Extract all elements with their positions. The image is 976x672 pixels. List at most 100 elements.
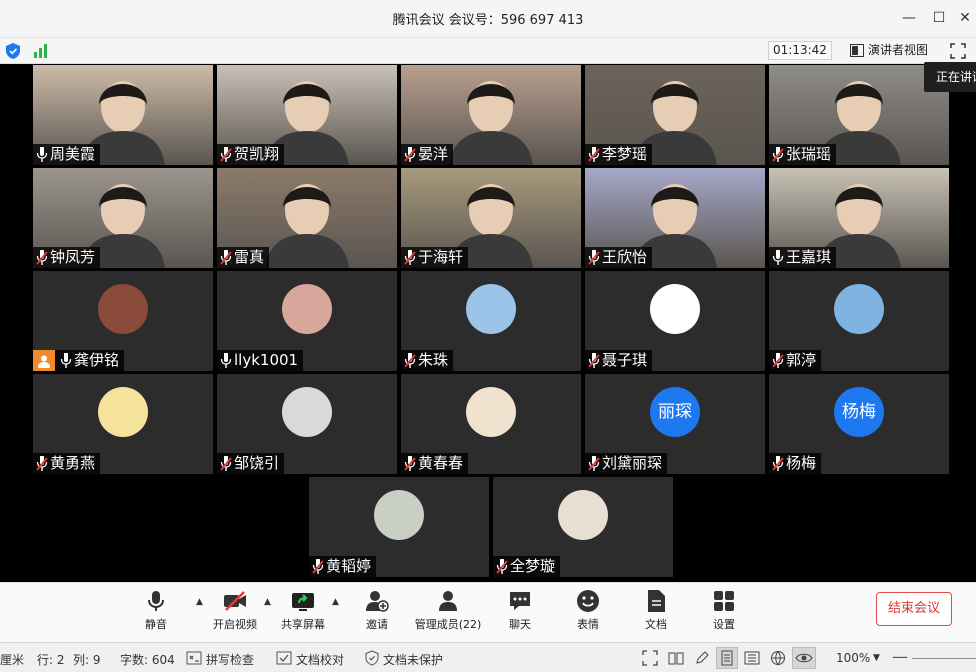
proofread-button[interactable]: 文档校对 [296, 651, 344, 668]
reading-mode-icon[interactable] [668, 650, 684, 666]
share-options-arrow[interactable]: ▲ [332, 597, 339, 607]
spellcheck-icon [186, 651, 202, 665]
participant-tile[interactable]: 黄春春 [401, 374, 581, 474]
microphone-muted-icon [588, 249, 600, 265]
participant-avatar [466, 284, 516, 334]
participant-tile[interactable]: llyk1001 [217, 271, 397, 371]
mute-options-arrow[interactable]: ▲ [196, 597, 203, 607]
participant-tile[interactable]: 王欣怡 [585, 168, 765, 268]
participant-tile[interactable]: 贺凯翔 [217, 65, 397, 165]
participant-name: 王嘉琪 [786, 248, 832, 266]
participant-avatar [282, 284, 332, 334]
outline-view-icon[interactable] [744, 650, 760, 666]
microphone-muted-icon [220, 455, 232, 471]
eye-protection-button[interactable] [792, 647, 816, 669]
page-view-button[interactable] [716, 647, 738, 669]
microphone-muted-icon [404, 455, 416, 471]
participant-tile[interactable]: 黄勇燕 [33, 374, 213, 474]
settings-button[interactable]: 设置 [710, 589, 738, 639]
participant-tile[interactable]: 杨梅 杨梅 [769, 374, 949, 474]
participant-avatar: 杨梅 [834, 387, 884, 437]
video-options-arrow[interactable]: ▲ [264, 597, 271, 607]
end-meeting-button[interactable]: 结束会议 [876, 592, 952, 626]
host-icon [33, 350, 55, 371]
participant-name-tag: 晏洋 [401, 144, 454, 165]
participant-avatar [282, 387, 332, 437]
participant-tile[interactable]: 于海轩 [401, 168, 581, 268]
minimize-icon[interactable]: — [901, 10, 917, 26]
participant-tile[interactable]: 李梦瑶 [585, 65, 765, 165]
participant-avatar [834, 284, 884, 334]
speaker-view-button[interactable]: 演讲者视图 [850, 41, 928, 60]
microphone-muted-icon [312, 558, 324, 574]
members-icon [439, 591, 457, 611]
manage-members-label: 管理成员(22) [414, 618, 482, 631]
zoom-slider[interactable] [912, 658, 976, 659]
security-shield-icon[interactable] [6, 43, 20, 59]
mute-button[interactable]: 静音 [140, 589, 172, 639]
participant-name: 全梦璇 [510, 557, 556, 575]
participant-tile[interactable]: 钟凤芳 [33, 168, 213, 268]
window-title: 腾讯会议 会议号：596 697 413 [392, 13, 584, 28]
zoom-dropdown-icon[interactable]: ▼ [873, 653, 880, 663]
close-icon[interactable]: ✕ [957, 10, 973, 26]
participant-tile[interactable]: 雷真 [217, 168, 397, 268]
speaking-indicator: 正在讲话 [924, 62, 976, 92]
microphone-muted-icon [220, 146, 232, 162]
pen-icon[interactable] [694, 650, 710, 666]
participant-tile[interactable]: 聂子琪 [585, 271, 765, 371]
participant-name-tag: 龚伊铭 [33, 350, 125, 371]
microphone-muted-icon [772, 146, 784, 162]
documents-button[interactable]: 文档 [642, 589, 670, 639]
fullscreen-icon[interactable] [950, 43, 966, 59]
microphone-muted-icon [404, 146, 416, 162]
share-screen-label: 共享屏幕 [281, 618, 325, 631]
participant-tile[interactable]: 丽琛 刘黛丽琛 [585, 374, 765, 474]
participant-tile[interactable]: 黄韬婷 [309, 477, 489, 577]
network-signal-icon[interactable] [33, 44, 49, 58]
participant-name-tag: 刘黛丽琛 [585, 453, 668, 474]
participant-tile[interactable]: 邹饶引 [217, 374, 397, 474]
document-protection-status[interactable]: 文档未保护 [383, 651, 443, 668]
participant-tile[interactable]: 朱珠 [401, 271, 581, 371]
zoom-out-icon[interactable]: — [892, 647, 908, 666]
manage-members-button[interactable]: 管理成员(22) [414, 589, 482, 639]
chat-button[interactable]: 聊天 [506, 589, 534, 639]
participant-name: 李梦瑶 [602, 145, 648, 163]
participant-name-tag: 黄韬婷 [309, 556, 377, 577]
microphone-icon [148, 591, 164, 611]
participant-name-tag: 全梦璇 [493, 556, 561, 577]
participant-tile[interactable]: 晏洋 [401, 65, 581, 165]
microphone-muted-icon [220, 249, 232, 265]
fit-screen-icon[interactable] [642, 650, 658, 666]
participant-tile[interactable]: 龚伊铭 [33, 271, 213, 371]
participant-name: 龚伊铭 [74, 351, 120, 369]
participant-name: llyk1001 [234, 351, 299, 369]
eye-icon [795, 653, 813, 663]
word-count[interactable]: 字数: 604 [120, 651, 175, 668]
participant-name-tag: 周美霞 [33, 144, 101, 165]
start-video-label: 开启视频 [213, 618, 257, 631]
documents-label: 文档 [645, 618, 667, 631]
participant-tile[interactable]: 全梦璇 [493, 477, 673, 577]
participant-tile[interactable]: 张瑞瑶 [769, 65, 949, 165]
participant-tile[interactable]: 王嘉琪 [769, 168, 949, 268]
speaker-view-label: 演讲者视图 [868, 43, 929, 57]
participant-name: 黄韬婷 [326, 557, 372, 575]
participant-tile[interactable]: 郭渟 [769, 271, 949, 371]
reactions-button[interactable]: 表情 [574, 589, 602, 639]
web-view-icon[interactable] [770, 650, 786, 666]
share-screen-button[interactable]: 共享屏幕 [278, 589, 328, 639]
participant-tile[interactable]: 周美霞 [33, 65, 213, 165]
microphone-muted-icon [36, 455, 48, 471]
zoom-level[interactable]: 100% [836, 651, 870, 665]
spellcheck-button[interactable]: 拼写检查 [206, 651, 254, 668]
participant-name-tag: 张瑞瑶 [769, 144, 837, 165]
microphone-icon [60, 352, 72, 368]
invite-button[interactable]: 邀请 [362, 589, 392, 639]
start-video-button[interactable]: 开启视频 [210, 589, 260, 639]
meeting-window: 腾讯会议 会议号：596 697 413 — ☐ ✕ 01:13:42 演讲者视… [0, 0, 976, 672]
participant-name: 聂子琪 [602, 351, 648, 369]
participant-name-tag: 王欣怡 [585, 247, 653, 268]
maximize-icon[interactable]: ☐ [931, 10, 947, 26]
